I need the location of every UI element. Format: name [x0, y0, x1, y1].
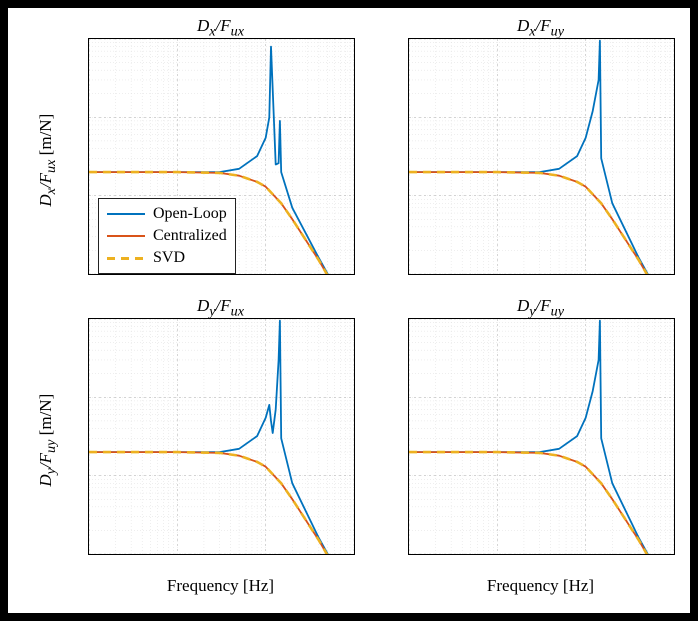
title-bottom-left: Dy/Fux: [88, 296, 353, 320]
legend-row-open-loop: Open-Loop: [107, 203, 227, 225]
legend-label-open-loop: Open-Loop: [153, 205, 227, 223]
plot-top-right: [408, 38, 675, 275]
legend-row-svd: SVD: [107, 247, 227, 269]
title-bottom-right: Dy/Fuy: [408, 296, 673, 320]
legend-row-centralized: Centralized: [107, 225, 227, 247]
title-top-left: Dx/Fux: [88, 16, 353, 40]
legend-swatch-open-loop: [107, 213, 145, 215]
legend-label-svd: SVD: [153, 249, 185, 267]
xlabel-bottom-left: Frequency [Hz]: [88, 576, 353, 596]
ylabel-left-bottom: Dy/Fuy [m/N]: [36, 360, 60, 520]
figure: Dx/Fux Dx/Fux [m/N] Dx/Fuy Dy/Fux Dy/Fuy…: [8, 8, 690, 613]
plot-bottom-left: [88, 318, 355, 555]
legend-swatch-svd: [107, 257, 145, 260]
plot-bottom-right: [408, 318, 675, 555]
ylabel-left-top: Dx/Fux [m/N]: [36, 80, 60, 240]
legend: Open-Loop Centralized SVD: [98, 198, 236, 274]
legend-swatch-centralized: [107, 235, 145, 237]
xlabel-bottom-right: Frequency [Hz]: [408, 576, 673, 596]
title-top-right: Dx/Fuy: [408, 16, 673, 40]
legend-label-centralized: Centralized: [153, 227, 227, 245]
